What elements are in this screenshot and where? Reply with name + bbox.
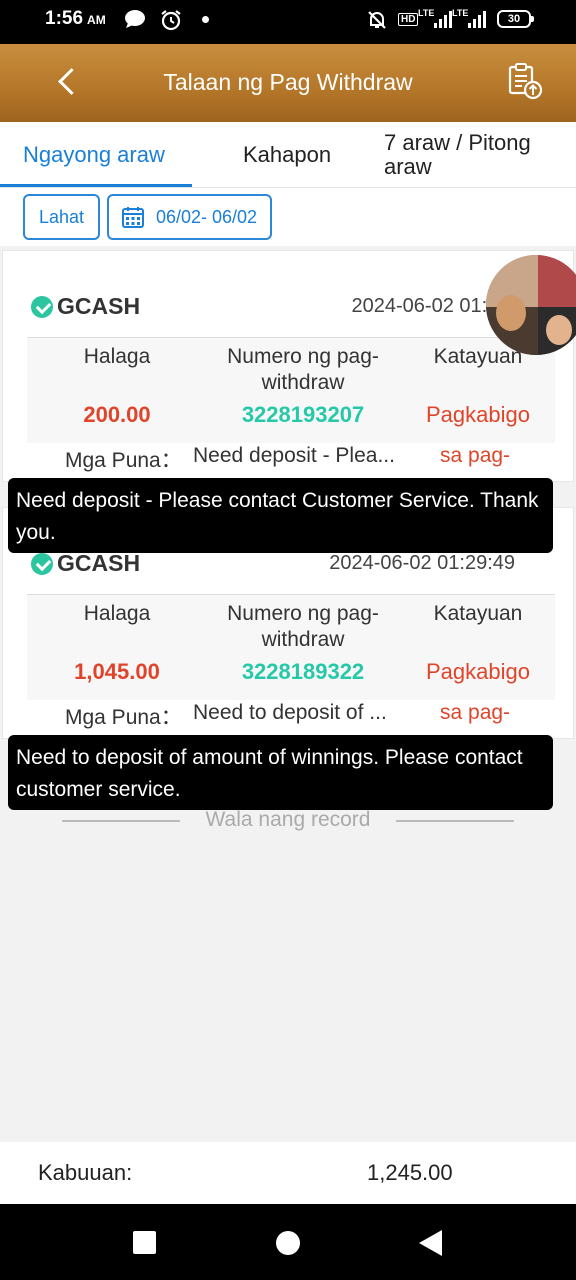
tab-today[interactable]: Ngayong araw (23, 122, 165, 188)
status-header: Katayuan (433, 602, 523, 625)
total-bar: Kabuuan: 1,245.00 (0, 1142, 576, 1204)
clipboard-upload-icon[interactable] (505, 62, 545, 102)
remarks-label: Mga Puna： (65, 706, 182, 729)
notification-dot (202, 16, 209, 23)
lte-indicator: LTE (418, 8, 435, 18)
remarks-preview[interactable]: Need to deposit of ... (193, 701, 408, 725)
signal-icon-2 (468, 11, 486, 28)
page-title: Talaan ng Pag Withdraw (163, 69, 413, 95)
amount-header: Halaga (83, 345, 151, 368)
hd-indicator: HD (398, 13, 419, 26)
withdraw-number-value: 3228193207 (241, 402, 365, 427)
remarks-preview[interactable]: Need deposit - Plea... (193, 444, 408, 468)
home-button[interactable] (276, 1231, 300, 1255)
total-value: 1,245.00 (367, 1160, 453, 1185)
status-time: 1:56 AM (45, 8, 106, 29)
remarks-label: Mga Puna： (65, 449, 182, 472)
filter-all-button[interactable]: Lahat (23, 194, 100, 240)
notifications-off-icon (366, 9, 388, 35)
alarm-icon (160, 9, 182, 35)
amount-value: 1,045.00 (74, 659, 160, 684)
system-nav-bar (0, 1204, 576, 1280)
date-range-label: 06/02- 06/02 (155, 206, 258, 227)
payment-method: GCASH (31, 293, 140, 320)
signal-icon (434, 11, 452, 28)
status-note: sa pag- (440, 444, 511, 467)
app-header: Talaan ng Pag Withdraw (0, 44, 576, 122)
back-button[interactable] (419, 1230, 442, 1256)
withdraw-number-header: Numero ng pag-withdraw (227, 602, 379, 651)
floating-chat-avatar[interactable] (486, 255, 576, 355)
chat-icon (124, 9, 146, 33)
no-more-records-label: Wala nang record (205, 808, 371, 831)
battery-icon: 30 (497, 10, 534, 28)
date-tabs: Ngayong araw Kahapon 7 araw / Pitong ara… (0, 122, 576, 188)
filter-row: Lahat 06/02- 06/02 (0, 188, 576, 246)
lte-indicator-2: LTE (452, 8, 469, 18)
calendar-icon (121, 207, 144, 228)
remarks-tooltip: Need to deposit of amount of winnings. P… (8, 735, 553, 810)
tab-yesterday[interactable]: Kahapon (243, 122, 331, 188)
payment-method: GCASH (31, 550, 140, 577)
record-details: Halaga Numero ng pag-withdraw Katayuan 1… (27, 594, 555, 700)
status-bar: 1:56 AM HD LTE LTE 30 (0, 0, 576, 44)
status-value: Pagkabigo (426, 402, 530, 427)
status-note: sa pag- (440, 701, 511, 724)
gcash-logo-icon (31, 552, 53, 575)
record-details: Halaga Numero ng pag-withdraw Katayuan 2… (27, 337, 555, 443)
withdraw-number-header: Numero ng pag-withdraw (227, 345, 379, 394)
withdraw-number-value: 3228189322 (241, 659, 365, 684)
recent-apps-button[interactable] (133, 1231, 156, 1254)
record-datetime: 2024-06-02 01:29:49 (329, 552, 515, 574)
tab-seven-days[interactable]: 7 araw / Pitong araw (384, 122, 564, 188)
date-range-button[interactable]: 06/02- 06/02 (107, 194, 272, 240)
amount-header: Halaga (83, 602, 151, 625)
no-more-records: Wala nang record (62, 808, 514, 832)
amount-value: 200.00 (83, 402, 151, 427)
remarks-tooltip: Need deposit - Please contact Customer S… (8, 478, 553, 553)
gcash-logo-icon (31, 295, 53, 318)
status-value: Pagkabigo (426, 659, 530, 684)
total-label: Kabuuan: (38, 1160, 133, 1185)
